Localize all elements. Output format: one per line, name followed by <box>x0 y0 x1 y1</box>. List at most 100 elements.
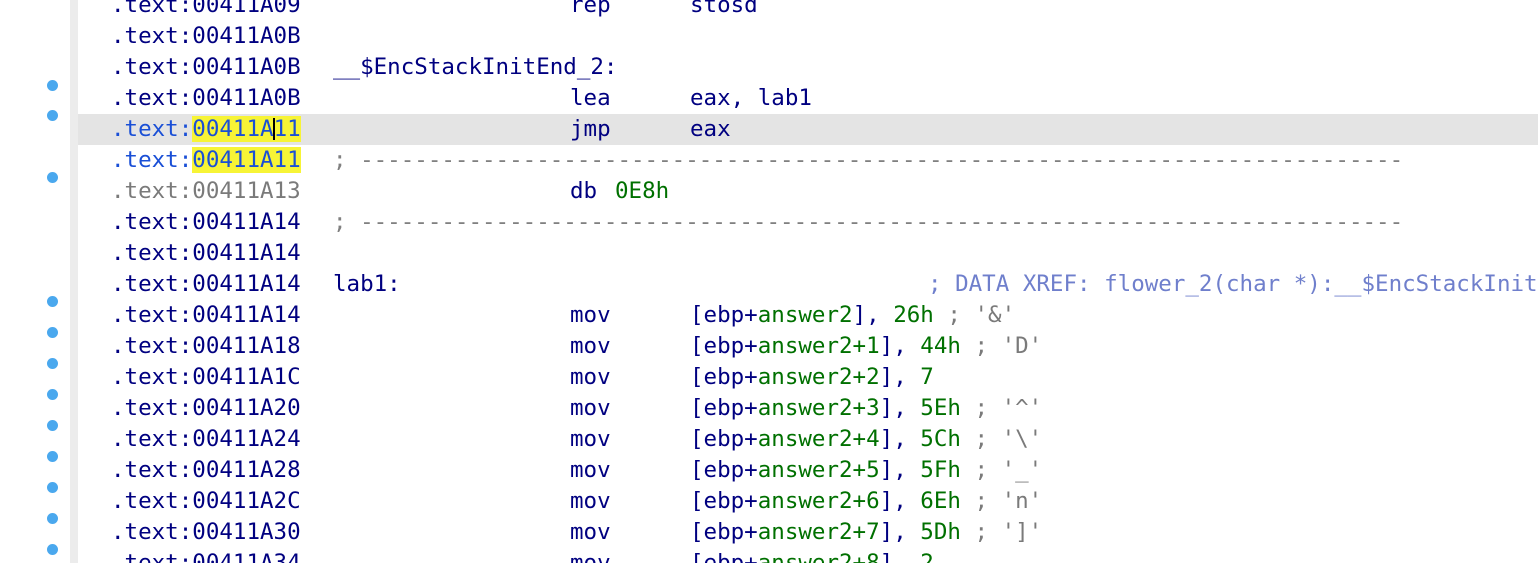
operand-immediate: 7 <box>920 364 934 390</box>
listing-line[interactable]: .text:00411A11 ; -----------------------… <box>78 145 1538 176</box>
listing-line[interactable]: .text:00411A09 rep stosd <box>78 0 1538 21</box>
line-address-selected[interactable]: .text:00411A11 <box>111 114 301 145</box>
line-address-selected[interactable]: .text:00411A11 <box>111 145 301 176</box>
instruction-operands[interactable]: [ebp+answer2+5], 5Fh ; '_' <box>690 455 1042 486</box>
operand-variable[interactable]: answer2+6 <box>758 488 880 514</box>
listing-line[interactable]: .text:00411A18 mov [ebp+answer2+1], 44h … <box>78 331 1538 362</box>
listing-line[interactable]: .text:00411A24 mov [ebp+answer2+4], 5Ch … <box>78 424 1538 455</box>
instruction-mnemonic: mov <box>570 395 611 421</box>
line-address: .text:00411A20 <box>111 395 301 421</box>
gutter-separator <box>70 0 78 563</box>
operand-variable[interactable]: answer2+4 <box>758 426 880 452</box>
address-highlight: 00411A11 <box>192 116 301 142</box>
line-address: .text:00411A2C <box>111 488 301 514</box>
instruction-operands[interactable]: [ebp+answer2+7], 5Dh ; ']' <box>690 517 1042 548</box>
instruction-marker-icon[interactable] <box>47 513 58 524</box>
operand-base: [ebp+ <box>690 457 758 483</box>
current-listing-line[interactable]: .text:00411A11 jmp eax <box>78 114 1538 145</box>
listing-line[interactable]: .text:00411A0B __$EncStackInitEnd_2: <box>78 52 1538 83</box>
instruction-operands[interactable]: [ebp+answer2+6], 6Eh ; 'n' <box>690 486 1042 517</box>
listing-line[interactable]: .text:00411A0B lea eax, lab1 <box>78 83 1538 114</box>
instruction-marker-icon[interactable] <box>47 296 58 307</box>
operand-base: [ebp+ <box>690 302 758 328</box>
operand-sep: ], <box>879 333 921 359</box>
instruction-operands[interactable]: [ebp+answer2+4], 5Ch ; '\' <box>690 424 1042 455</box>
listing-line[interactable]: .text:00411A30 mov [ebp+answer2+7], 5Dh … <box>78 517 1538 548</box>
instruction-marker-icon[interactable] <box>47 358 58 369</box>
code-label[interactable]: lab1: <box>333 269 401 300</box>
instruction-operands[interactable]: eax <box>690 114 731 145</box>
line-address: .text:00411A0B <box>111 23 301 49</box>
operand-base: [ebp+ <box>690 488 758 514</box>
instruction-marker-icon[interactable] <box>47 110 58 121</box>
instruction-marker-icon[interactable] <box>47 420 58 431</box>
instruction-operands[interactable]: [ebp+answer2+8], 2 <box>690 548 934 563</box>
instruction-operands[interactable]: [ebp+answer2+3], 5Eh ; '^' <box>690 393 1042 424</box>
instruction-marker-icon[interactable] <box>47 327 58 338</box>
line-address: .text:00411A0B <box>111 54 301 80</box>
listing-line[interactable]: .text:00411A14 <box>78 238 1538 269</box>
operand-variable[interactable]: answer2+1 <box>758 333 880 359</box>
listing-line[interactable]: .text:00411A14 lab1: ; DATA XREF: flower… <box>78 269 1538 300</box>
separator-comment: ; --------------------------------------… <box>333 209 1404 235</box>
instruction-operands[interactable]: eax, lab1 <box>690 83 812 114</box>
code-label[interactable]: __$EncStackInitEnd_2: <box>333 52 617 83</box>
instruction-marker-icon[interactable] <box>47 451 58 462</box>
instruction-marker-icon[interactable] <box>47 482 58 493</box>
address-part: 11 <box>273 116 301 142</box>
char-comment: ; '&' <box>933 302 1016 328</box>
operand-base: [ebp+ <box>690 333 758 359</box>
listing-line[interactable]: .text:00411A2C mov [ebp+answer2+6], 6Eh … <box>78 486 1538 517</box>
xref-comment[interactable]: ; DATA XREF: flower_2(char *):__$EncStac… <box>928 269 1538 300</box>
disassembly-listing[interactable]: .text:00411A09 rep stosd .text:00411A0B … <box>78 0 1538 563</box>
operand-sep: ], <box>879 488 921 514</box>
instruction-operands[interactable]: [ebp+answer2], 26h ; '&' <box>690 300 1015 331</box>
address-highlight: 00411A11 <box>192 147 301 173</box>
instruction-mnemonic: mov <box>570 364 611 390</box>
instruction-mnemonic: rep <box>570 0 611 18</box>
line-address: .text:00411A28 <box>111 457 301 483</box>
operand-sep: ], <box>879 395 921 421</box>
instruction-mnemonic: mov <box>570 550 611 563</box>
operand-variable[interactable]: answer2+7 <box>758 519 880 545</box>
char-comment: ; '_' <box>960 457 1043 483</box>
address-prefix: .text: <box>111 116 193 142</box>
address-prefix: .text: <box>111 147 193 173</box>
line-address: .text:00411A30 <box>111 519 301 545</box>
instruction-operands[interactable]: [ebp+answer2+2], 7 <box>690 362 934 393</box>
instruction-marker-icon[interactable] <box>47 544 58 555</box>
instruction-mnemonic: mov <box>570 488 611 514</box>
listing-line[interactable]: .text:00411A14 ; -----------------------… <box>78 207 1538 238</box>
operand-variable[interactable]: answer2+5 <box>758 457 880 483</box>
line-address: .text:00411A1C <box>111 364 301 390</box>
char-comment: ; '^' <box>960 395 1043 421</box>
operand-immediate: 5Fh <box>920 457 961 483</box>
listing-line[interactable]: .text:00411A0B <box>78 21 1538 52</box>
operand-variable[interactable]: answer2+8 <box>758 550 880 563</box>
listing-line[interactable]: .text:00411A1C mov [ebp+answer2+2], 7 <box>78 362 1538 393</box>
operand-base: [ebp+ <box>690 395 758 421</box>
listing-line[interactable]: .text:00411A14 mov [ebp+answer2], 26h ; … <box>78 300 1538 331</box>
operand-immediate: 5Ch <box>920 426 961 452</box>
operand-base: [ebp+ <box>690 550 758 563</box>
operand-immediate: 5Eh <box>920 395 961 421</box>
listing-line[interactable]: .text:00411A34 mov [ebp+answer2+8], 2 <box>78 548 1538 563</box>
breakpoint-gutter[interactable] <box>0 0 70 563</box>
listing-line[interactable]: .text:00411A28 mov [ebp+answer2+5], 5Fh … <box>78 455 1538 486</box>
instruction-marker-icon[interactable] <box>47 172 58 183</box>
listing-line[interactable]: .text:00411A13 db 0E8h <box>78 176 1538 207</box>
instruction-marker-icon[interactable] <box>47 389 58 400</box>
operand-variable[interactable]: answer2+3 <box>758 395 880 421</box>
line-address: .text:00411A14 <box>111 240 301 266</box>
instruction-marker-icon[interactable] <box>47 80 58 91</box>
operand-base: [ebp+ <box>690 519 758 545</box>
text-cursor <box>272 117 275 140</box>
operand-variable[interactable]: answer2 <box>758 302 853 328</box>
instruction-operands[interactable]: [ebp+answer2+1], 44h ; 'D' <box>690 331 1042 362</box>
instruction-mnemonic: mov <box>570 302 611 328</box>
operand-variable[interactable]: answer2+2 <box>758 364 880 390</box>
line-address: .text:00411A13 <box>111 178 301 204</box>
listing-line[interactable]: .text:00411A20 mov [ebp+answer2+3], 5Eh … <box>78 393 1538 424</box>
char-comment: ; ']' <box>960 519 1043 545</box>
separator-comment: ; --------------------------------------… <box>333 147 1404 173</box>
